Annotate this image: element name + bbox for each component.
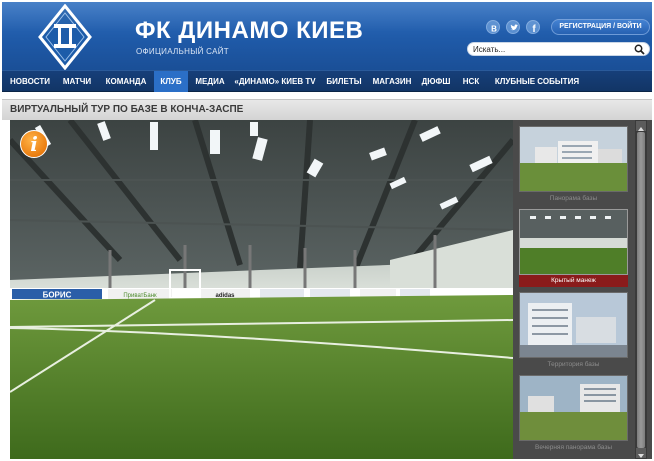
site-subtitle: ОФИЦИАЛЬНЫЙ САЙТ xyxy=(136,47,229,56)
register-login-button[interactable]: РЕГИСТРАЦИЯ / ВОЙТИ xyxy=(551,19,650,35)
scroll-down-arrow[interactable] xyxy=(636,448,646,458)
svg-text:БОРИС: БОРИС xyxy=(43,291,72,300)
indoor-arena-panorama[interactable]: БОРИС ПриватБанк adidas xyxy=(10,120,513,459)
search-input[interactable] xyxy=(473,44,633,55)
vk-icon[interactable]: В xyxy=(486,20,500,34)
nav-item-media[interactable]: МЕДИА xyxy=(192,71,228,92)
nav-item-team[interactable]: КОМАНДА xyxy=(102,71,150,92)
nav-item-nsk[interactable]: НСК xyxy=(458,71,484,92)
thumbnail-evening-panorama[interactable] xyxy=(519,375,628,441)
thumbnail-label: Панорама базы xyxy=(549,195,598,202)
search-icon[interactable] xyxy=(634,44,645,55)
facebook-icon[interactable]: f xyxy=(526,20,540,35)
thumbnail-indoor-arena[interactable] xyxy=(519,209,628,275)
nav-item-news[interactable]: НОВОСТИ xyxy=(8,71,52,92)
thumbnail-scrollbar[interactable] xyxy=(635,120,647,459)
panorama-viewer[interactable]: БОРИС ПриватБанк adidas i xyxy=(10,120,513,459)
search-box xyxy=(467,42,650,56)
page-title-bar: ВИРТУАЛЬНЫЙ ТУР ПО БАЗЕ В КОНЧА-ЗАСПЕ xyxy=(2,99,652,120)
svg-text:В: В xyxy=(491,25,497,34)
nav-item-club[interactable]: КЛУБ xyxy=(154,71,188,92)
site-header: ФК ДИНАМО КИЕВ ОФИЦИАЛЬНЫЙ САЙТ В f РЕГИ… xyxy=(2,2,652,70)
scroll-thumb[interactable] xyxy=(637,132,645,448)
nav-item-tickets[interactable]: БИЛЕТЫ xyxy=(324,71,364,92)
svg-text:ПриватБанк: ПриватБанк xyxy=(123,293,157,299)
svg-text:f: f xyxy=(532,24,536,35)
page-title: ВИРТУАЛЬНЫЙ ТУР ПО БАЗЕ В КОНЧА-ЗАСПЕ xyxy=(10,104,244,115)
thumbnail-base-panorama[interactable] xyxy=(519,126,628,192)
site-title[interactable]: ФК ДИНАМО КИЕВ xyxy=(135,17,363,45)
nav-item-youth-school[interactable]: ДЮФШ xyxy=(420,71,452,92)
thumbnail-label: Территория базы xyxy=(547,361,600,368)
thumbnail-label: Вечерняя панорама базы xyxy=(534,444,612,451)
main-nav: НОВОСТИ МАТЧИ КОМАНДА КЛУБ МЕДИА «ДИНАМО… xyxy=(2,70,652,92)
tour-sidebar: Панорама базы Крытый манеж Территория ба… xyxy=(513,120,652,459)
nav-item-shop[interactable]: МАГАЗИН xyxy=(370,71,414,92)
twitter-icon[interactable] xyxy=(506,20,520,34)
info-button[interactable]: i xyxy=(20,130,48,158)
scroll-up-arrow[interactable] xyxy=(636,121,646,131)
nav-item-dynamo-tv[interactable]: «ДИНАМО» КИЕВ TV xyxy=(232,71,318,92)
nav-item-club-events[interactable]: КЛУБНЫЕ СОБЫТИЯ xyxy=(490,71,584,92)
thumbnail-label-active: Крытый манеж xyxy=(519,275,628,287)
nav-item-matches[interactable]: МАТЧИ xyxy=(58,71,96,92)
dynamo-logo[interactable] xyxy=(38,4,92,70)
thumbnail-base-territory[interactable] xyxy=(519,292,628,358)
